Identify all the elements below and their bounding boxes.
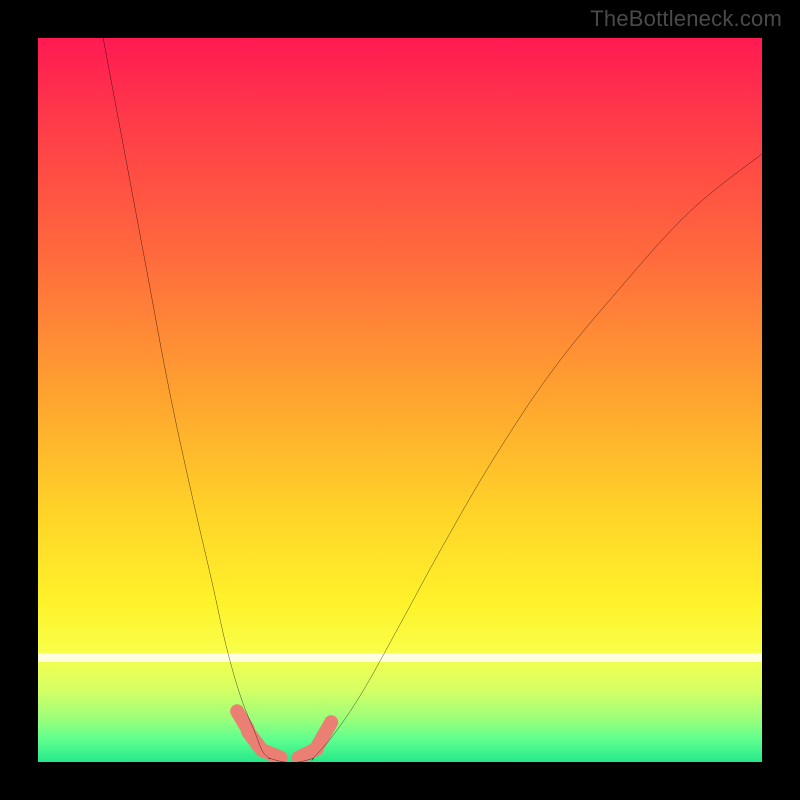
bottleneck-curve	[103, 38, 762, 762]
attribution-text: TheBottleneck.com	[590, 6, 782, 32]
curve-highlight-marker	[317, 722, 331, 747]
curve-highlight-marker	[262, 750, 280, 757]
chart-svg	[38, 38, 762, 762]
outer-frame: TheBottleneck.com	[0, 0, 800, 800]
marker-layer	[237, 711, 331, 757]
plot-area	[38, 38, 762, 762]
